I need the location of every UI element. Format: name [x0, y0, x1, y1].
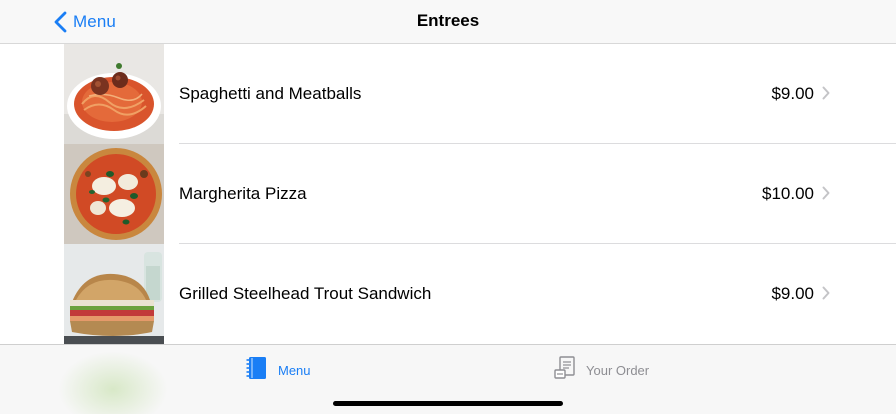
tab-your-order-label: Your Order	[586, 362, 650, 378]
home-indicator[interactable]	[333, 401, 563, 406]
chevron-right-icon	[822, 86, 830, 105]
list-item[interactable]: Margherita Pizza $10.00	[0, 144, 896, 244]
list-item[interactable]: Grilled Steelhead Trout Sandwich $9.00	[0, 244, 896, 344]
chevron-right-icon	[822, 286, 830, 305]
entree-list: Spaghetti and Meatballs $9.00 Margherita…	[0, 44, 896, 344]
item-name: Spaghetti and Meatballs	[179, 84, 362, 103]
navigation-bar: Menu Entrees	[0, 0, 896, 44]
tab-menu-label: Menu	[278, 362, 311, 378]
blurred-background-image	[58, 351, 168, 414]
pizza-photo	[64, 144, 164, 244]
item-price: $9.00	[771, 284, 814, 303]
order-list-icon	[554, 355, 576, 385]
notebook-icon	[246, 355, 268, 386]
tab-your-order[interactable]: Your Order	[554, 355, 650, 385]
sandwich-photo	[64, 244, 164, 344]
tab-menu[interactable]: Menu	[246, 355, 311, 386]
app-screen: Menu Entrees Spaghetti and Meatballs $9.…	[0, 0, 896, 414]
item-price: $10.00	[762, 184, 814, 203]
item-name: Grilled Steelhead Trout Sandwich	[179, 284, 432, 303]
page-title: Entrees	[416, 11, 480, 30]
tab-bar: Menu Your Order	[0, 344, 896, 414]
spaghetti-photo	[64, 44, 164, 144]
item-price: $9.00	[771, 84, 814, 103]
chevron-right-icon	[822, 186, 830, 205]
item-name: Margherita Pizza	[179, 184, 307, 203]
list-item[interactable]: Spaghetti and Meatballs $9.00	[0, 44, 896, 144]
